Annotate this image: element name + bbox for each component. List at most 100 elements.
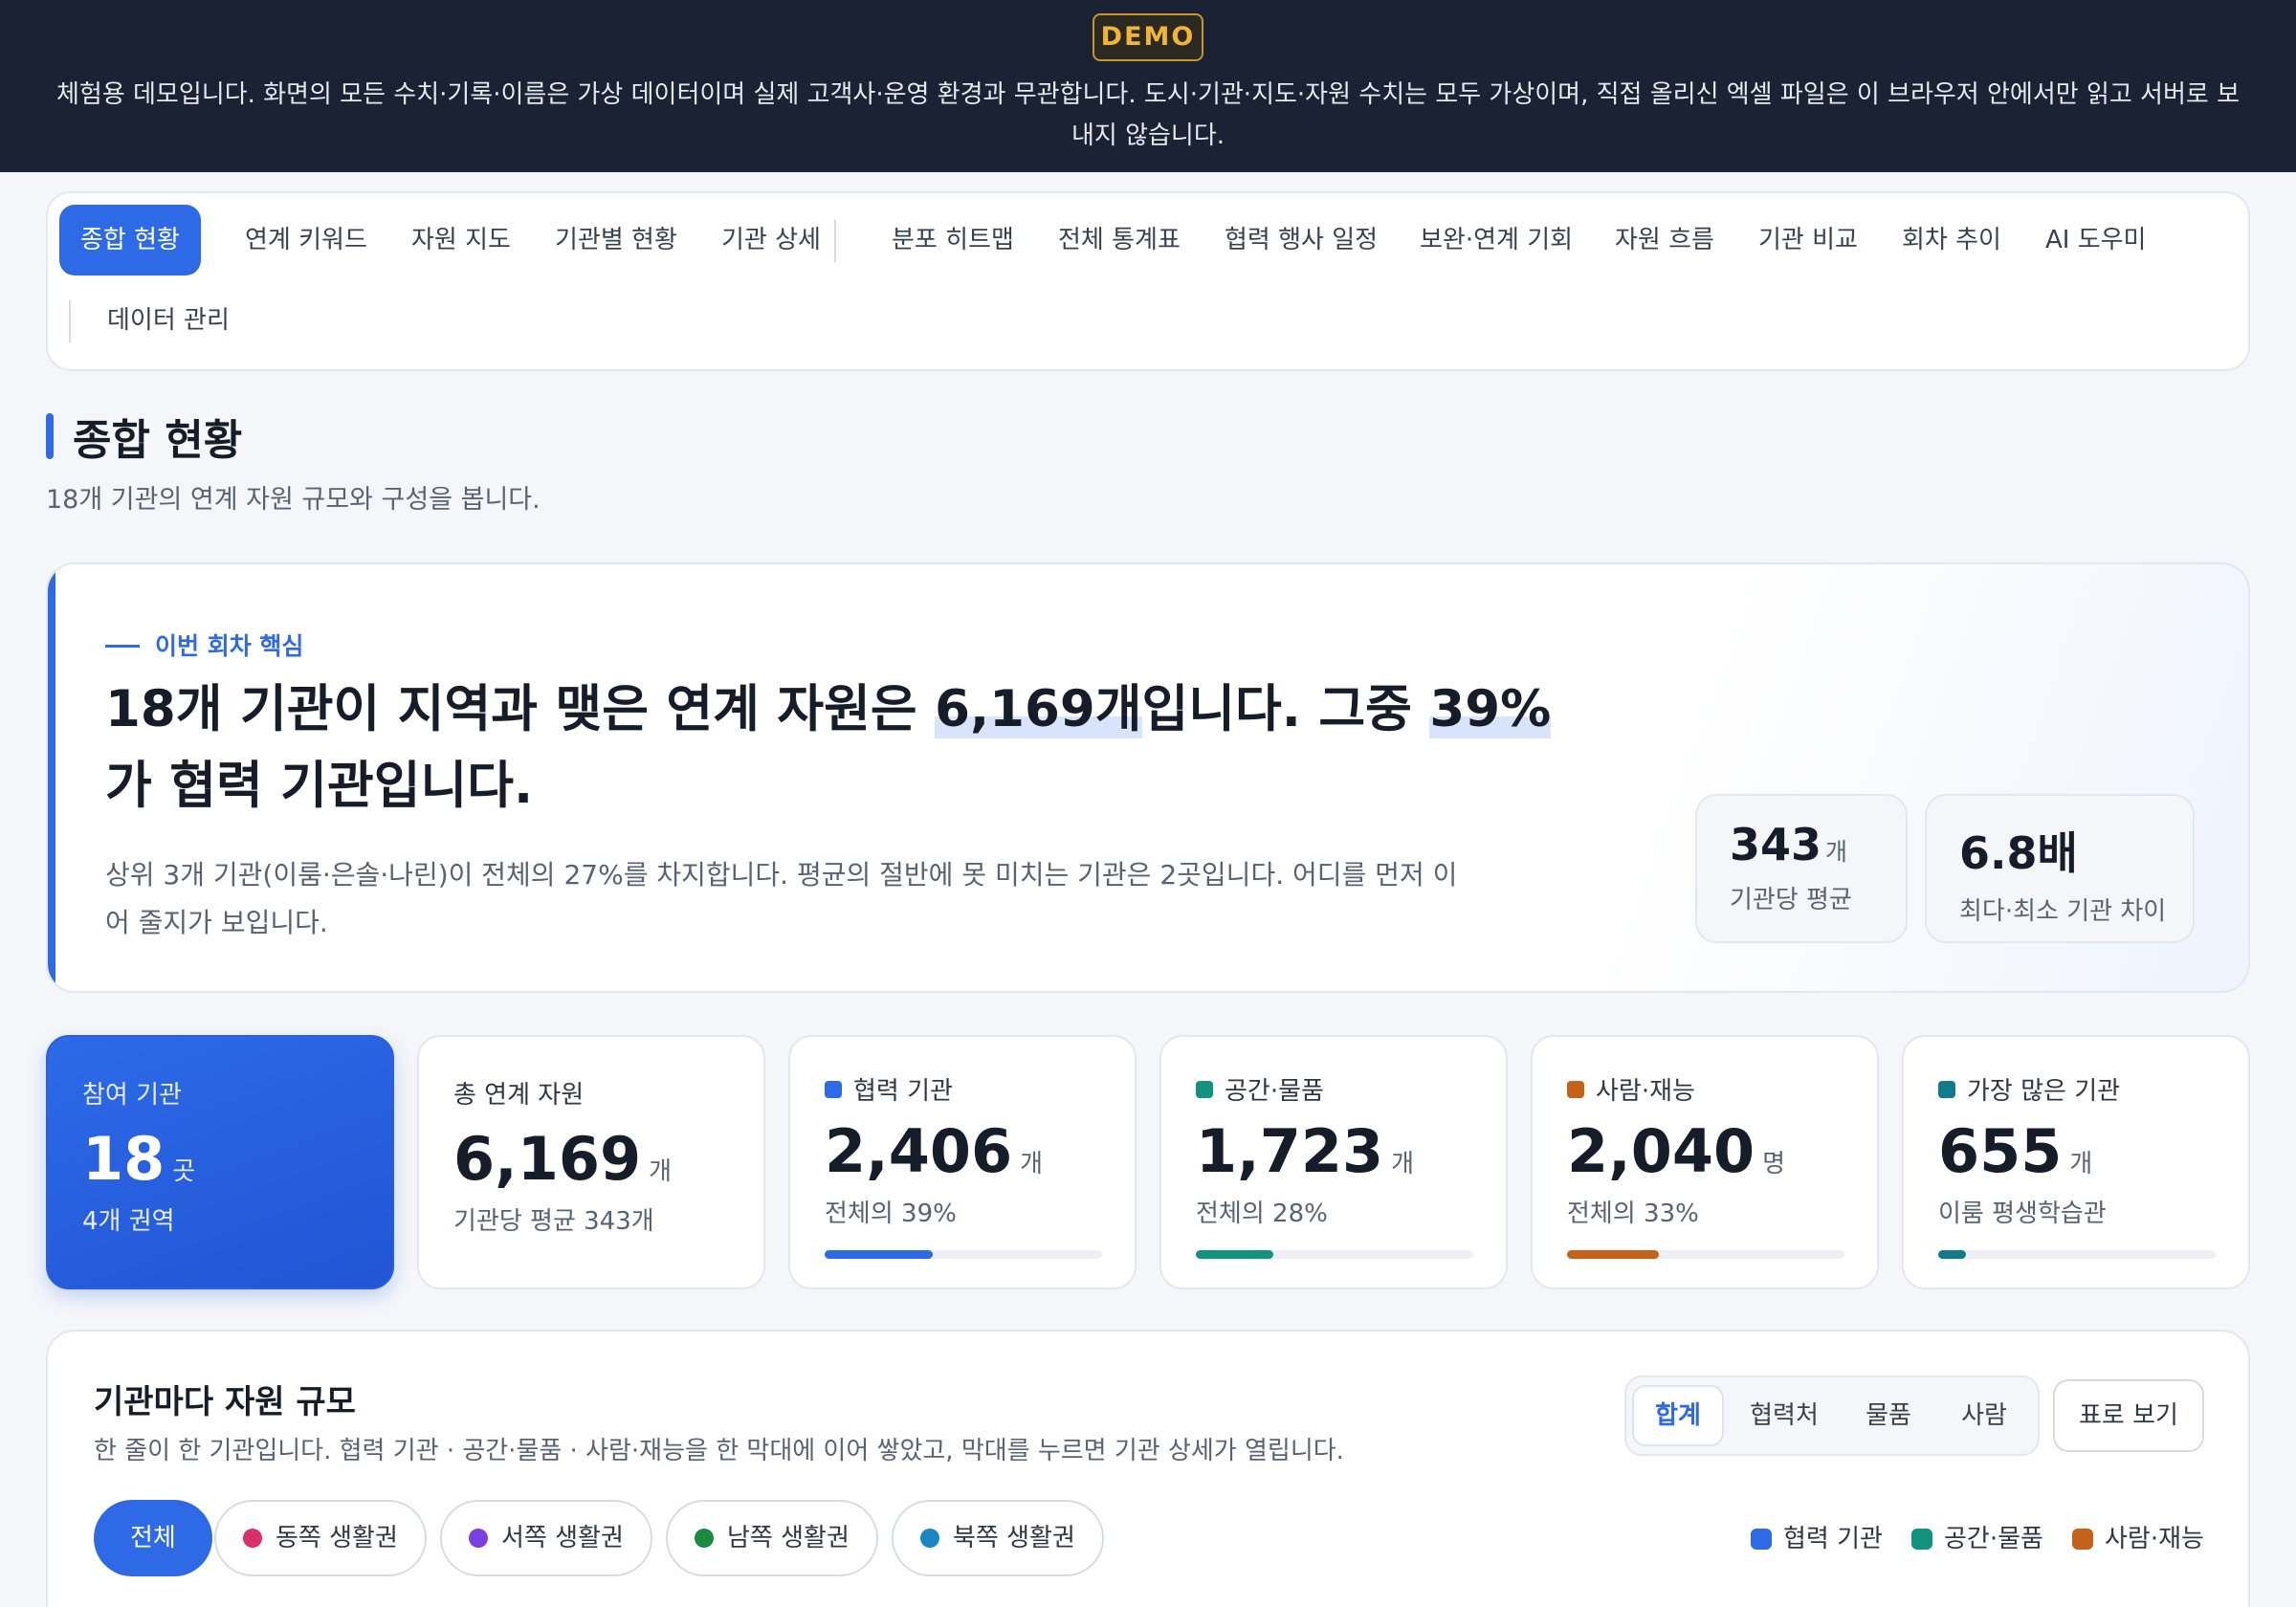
- legend-square-icon: [1911, 1529, 1932, 1550]
- kpi-top-institution[interactable]: 가장 많은 기관 655 개 이룸 평생학습관: [1902, 1035, 2250, 1289]
- metric-segmented-control: 합계 협력처 물품 사람: [1624, 1376, 2040, 1456]
- legend-label: 사람·재능: [2105, 1525, 2204, 1553]
- nav-tab-overview[interactable]: 종합 현황: [59, 205, 201, 275]
- nav-tab-events[interactable]: 협력 행사 일정: [1203, 205, 1399, 275]
- kpi-sub: 전체의 33%: [1567, 1200, 1699, 1228]
- headline-highlight-percent: 39%: [1429, 680, 1552, 738]
- nav-tab-heatmap[interactable]: 분포 히트맵: [871, 205, 1035, 275]
- kpi-progress-fill: [1196, 1250, 1274, 1259]
- kpi-progress-track: [1196, 1250, 1473, 1259]
- panel-title: 기관마다 자원 규모: [94, 1383, 356, 1421]
- hero-headline: 18개 기관이 지역과 맺은 연계 자원은 6,169개입니다. 그중 39% 가…: [105, 671, 1559, 825]
- kpi-value: 2,040: [1567, 1116, 1755, 1186]
- nav-tab-ai-assistant[interactable]: AI 도우미: [2024, 205, 2167, 275]
- kpi-sub: 전체의 39%: [825, 1200, 957, 1228]
- segment-total[interactable]: 합계: [1632, 1385, 1724, 1446]
- kpi-unit: 개: [1020, 1150, 1044, 1178]
- kpi-label: 사람·재능: [1596, 1077, 1695, 1106]
- nav-tab-round-trend[interactable]: 회차 추이: [1881, 205, 2022, 275]
- kpi-participating-institutions[interactable]: 참여 기관 18 곳 4개 권역: [46, 1035, 394, 1289]
- legend-label: 협력 기관: [1783, 1525, 1883, 1553]
- chip-label: 동쪽 생활권: [276, 1524, 398, 1552]
- hero-accent-bar: [48, 564, 55, 991]
- headline-highlight-total: 6,169개: [935, 680, 1142, 738]
- nav-tab-institution-detail[interactable]: 기관 상세: [700, 205, 842, 275]
- stat-unit: 개: [1825, 838, 1848, 866]
- legend-square-icon: [1751, 1529, 1772, 1550]
- kpi-unit: 명: [1762, 1150, 1786, 1178]
- stat-label: 최다·최소 기관 차이: [1959, 897, 2167, 926]
- legend-square-icon: [1938, 1080, 1955, 1098]
- chip-label: 서쪽 생활권: [501, 1524, 624, 1552]
- kpi-unit: 곳: [172, 1157, 196, 1186]
- hero-summary-card: 이번 회차 핵심 18개 기관이 지역과 맺은 연계 자원은 6,169개입니다…: [46, 562, 2250, 993]
- nav-tab-opportunities[interactable]: 보완·연계 기회: [1399, 205, 1594, 275]
- kpi-sub: 기관당 평균 343개: [453, 1207, 654, 1236]
- kpi-value: 6,169: [453, 1124, 642, 1194]
- max-min-ratio-stat: 6.8배 최다·최소 기관 차이: [1925, 794, 2195, 943]
- panel-description: 한 줄이 한 기관입니다. 협력 기관 · 공간·물품 · 사람·재능을 한 막…: [94, 1437, 1344, 1465]
- headline-part: 입니다. 그중: [1141, 680, 1430, 738]
- chip-label: 남쪽 생활권: [727, 1524, 850, 1552]
- filter-chip-north[interactable]: 북쪽 생활권: [892, 1500, 1104, 1576]
- kpi-label: 참여 기관: [82, 1081, 182, 1110]
- resource-scale-panel: 기관마다 자원 규모 한 줄이 한 기관입니다. 협력 기관 · 공간·물품 ·…: [46, 1330, 2250, 1607]
- kpi-progress-fill: [1938, 1250, 1966, 1259]
- filter-chip-east[interactable]: 동쪽 생활권: [214, 1500, 427, 1576]
- kpi-unit: 개: [649, 1157, 673, 1186]
- kpi-sub: 4개 권역: [82, 1207, 175, 1236]
- legend-square-icon: [1567, 1080, 1584, 1098]
- page-title: 종합 현황: [73, 416, 243, 465]
- stat-value: 343: [1730, 819, 1822, 870]
- kpi-label: 총 연계 자원: [453, 1081, 585, 1110]
- nav-tab-resource-map[interactable]: 자원 지도: [390, 205, 532, 275]
- region-dot-icon: [469, 1529, 488, 1548]
- kpi-partner-institutions[interactable]: 협력 기관 2,406 개 전체의 39%: [788, 1035, 1137, 1289]
- legend-square-icon: [825, 1080, 842, 1098]
- demo-notice-text: 체험용 데모입니다. 화면의 모든 수치·기록·이름은 가상 데이터이며 실제 …: [55, 80, 2241, 150]
- kpi-progress-track: [825, 1250, 1102, 1259]
- eyebrow-line: [105, 645, 140, 648]
- kpi-label: 가장 많은 기관: [1967, 1077, 2121, 1106]
- kpi-progress-track: [1938, 1250, 2216, 1259]
- nav-tab-by-institution[interactable]: 기관별 현황: [534, 205, 698, 275]
- kpi-label: 공간·물품: [1225, 1077, 1324, 1106]
- region-dot-icon: [243, 1529, 262, 1548]
- segment-goods[interactable]: 물품: [1843, 1385, 1934, 1446]
- nav-tab-data-management[interactable]: 데이터 관리: [86, 285, 251, 356]
- kpi-value: 655: [1938, 1116, 2063, 1186]
- legend-square-icon: [2072, 1529, 2093, 1550]
- avg-per-institution-stat: 343 개 기관당 평균: [1695, 794, 1908, 943]
- nav-tab-stats-table[interactable]: 전체 통계표: [1037, 205, 1202, 275]
- region-dot-icon: [920, 1529, 939, 1548]
- segment-people[interactable]: 사람: [1938, 1385, 2030, 1446]
- filter-chip-all[interactable]: 전체: [94, 1500, 212, 1576]
- kpi-sub: 이룸 평생학습관: [1938, 1200, 2107, 1228]
- stat-label: 기관당 평균: [1730, 886, 1852, 914]
- nav-tab-keywords[interactable]: 연계 키워드: [224, 205, 388, 275]
- kpi-people-talent[interactable]: 사람·재능 2,040 명 전체의 33%: [1531, 1035, 1879, 1289]
- filter-chip-west[interactable]: 서쪽 생활권: [440, 1500, 652, 1576]
- kpi-total-resources[interactable]: 총 연계 자원 6,169 개 기관당 평균 343개: [417, 1035, 765, 1289]
- kpi-space-goods[interactable]: 공간·물품 1,723 개 전체의 28%: [1159, 1035, 1508, 1289]
- kpi-value: 1,723: [1196, 1116, 1384, 1186]
- legend-partner: 협력 기관: [1751, 1519, 1883, 1554]
- nav-divider: [834, 220, 836, 262]
- page-title-accent: [46, 413, 54, 459]
- filter-chip-south[interactable]: 남쪽 생활권: [666, 1500, 878, 1576]
- segment-partners[interactable]: 협력처: [1732, 1385, 1837, 1446]
- view-as-table-button[interactable]: 표로 보기: [2053, 1379, 2204, 1452]
- nav-tab-resource-flow[interactable]: 자원 흐름: [1594, 205, 1735, 275]
- hero-description: 상위 3개 기관(이룸·은솔·나린)이 전체의 27%를 차지합니다. 평균의 …: [105, 859, 1458, 938]
- kpi-unit: 개: [1391, 1150, 1415, 1178]
- nav-tab-compare[interactable]: 기관 비교: [1737, 205, 1879, 275]
- nav-divider: [69, 300, 71, 342]
- headline-part: 18개 기관이 지역과 맺은 연계 자원은: [105, 680, 936, 738]
- legend-space-goods: 공간·물품: [1911, 1519, 2043, 1554]
- kpi-progress-fill: [825, 1250, 934, 1259]
- legend-label: 공간·물품: [1944, 1525, 2043, 1553]
- kpi-sub: 전체의 28%: [1196, 1200, 1328, 1228]
- legend-square-icon: [1196, 1080, 1213, 1098]
- demo-banner: DEMO 체험용 데모입니다. 화면의 모든 수치·기록·이름은 가상 데이터이…: [0, 0, 2296, 172]
- headline-part: 가 협력 기관입니다.: [105, 757, 534, 815]
